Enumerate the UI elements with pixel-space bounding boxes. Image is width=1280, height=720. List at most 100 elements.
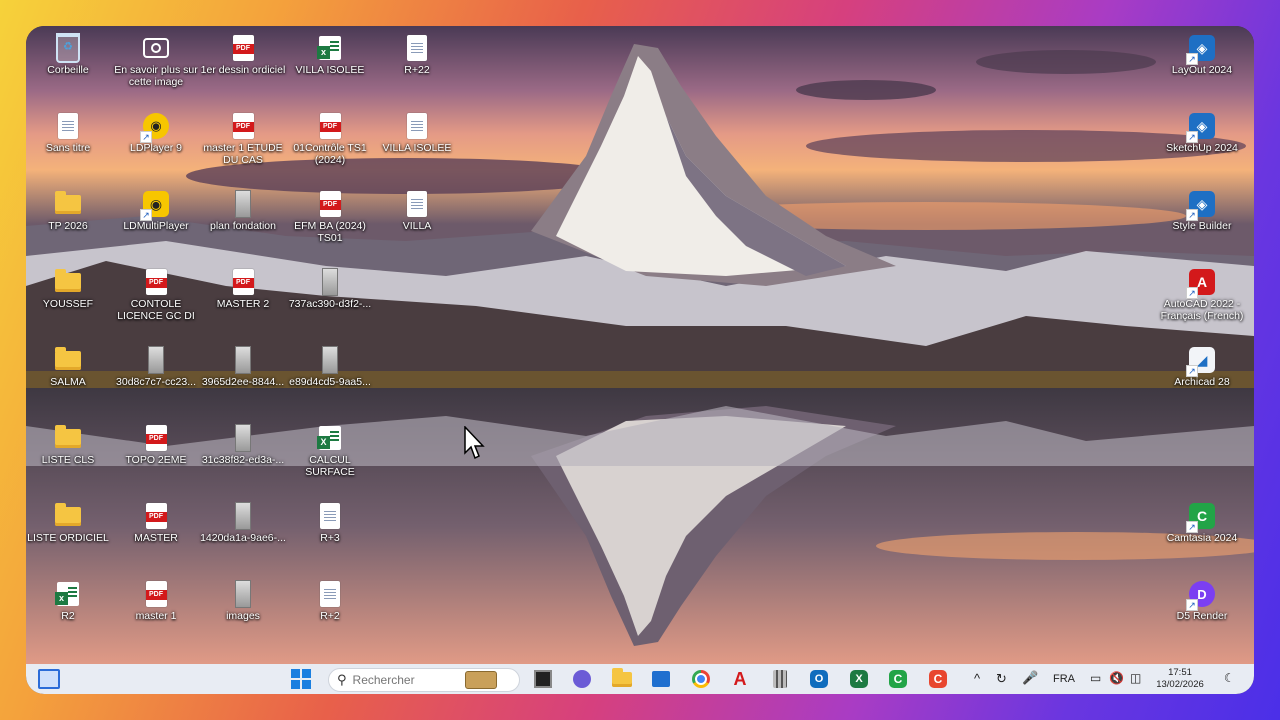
recycle-bin-icon: ♻ — [56, 33, 80, 63]
desktop-icon[interactable]: TP 2026 — [26, 190, 114, 232]
desktop-icon[interactable]: YOUSSEF — [26, 268, 114, 310]
desktop-icon[interactable]: Sans titre — [26, 112, 114, 154]
image-file-icon — [148, 346, 164, 374]
clock[interactable]: 17:51 13/02/2026 — [1154, 667, 1206, 691]
desktop-icon-label: VILLA ISOLEE — [295, 64, 365, 76]
desktop-icon-label: 1er dessin ordiciel — [200, 64, 286, 76]
desktop-icon[interactable]: LISTE CLS — [26, 424, 114, 466]
desktop-icon[interactable]: PDF MASTER 2 — [197, 268, 289, 310]
desktop-icon-graphic: PDF — [316, 112, 344, 140]
widgets-icon[interactable] — [38, 668, 60, 690]
chevron-up-icon[interactable]: ^ — [974, 671, 980, 686]
desktop-icon-label: MASTER 2 — [216, 298, 270, 310]
desktop-icon[interactable]: SALMA — [26, 346, 114, 388]
desktop-icon[interactable]: R+3 — [284, 502, 376, 544]
excel-icon[interactable]: X — [848, 668, 870, 690]
autocad-icon[interactable]: A — [729, 668, 751, 690]
desktop-icon[interactable]: ◉ LDMultiPlayer — [110, 190, 202, 232]
desktop-icon[interactable]: e89d4cd5-9aa5... — [284, 346, 376, 388]
desktop-icon[interactable]: D D5 Render — [1156, 580, 1248, 622]
pdf-icon: PDF — [145, 581, 167, 607]
desktop-icon[interactable]: A AutoCAD 2022 - Français (French) — [1156, 268, 1248, 322]
archicad-icon: ◢ — [1189, 347, 1215, 373]
desktop-icon[interactable]: images — [197, 580, 289, 622]
desktop-icon[interactable]: PDF master 1 — [110, 580, 202, 622]
teams-icon[interactable] — [571, 668, 593, 690]
desktop-icon-label: LDPlayer 9 — [130, 142, 182, 154]
desktop-icon[interactable]: 31c38f82-ed3a-... — [197, 424, 289, 466]
desktop-icon[interactable]: PDF CONTOLE LICENCE GC DI — [110, 268, 202, 322]
desktop-icon-graphic — [229, 346, 257, 374]
image-file-icon — [235, 190, 251, 218]
desktop-icon[interactable]: ♻ Corbeille — [26, 33, 114, 76]
desktop-icon-graphic: X — [316, 424, 344, 452]
desktop-icon[interactable]: R+22 — [371, 34, 463, 76]
desktop-icon-graphic — [54, 112, 82, 140]
search-input[interactable] — [350, 672, 465, 688]
desktop-icon[interactable]: PDF master 1 ETUDE DU CAS — [197, 112, 289, 166]
desktop-icon[interactable]: ◈ Style Builder — [1156, 190, 1248, 232]
folder-icon — [55, 268, 81, 292]
microphone-icon[interactable]: 🎤 — [1022, 670, 1038, 686]
desktop-icon[interactable]: PDF MASTER — [110, 502, 202, 544]
battery-icon[interactable]: ◫ — [1130, 671, 1141, 685]
desktop-icon[interactable]: PDF TOPO 2EME — [110, 424, 202, 466]
chrome-icon[interactable] — [690, 668, 712, 690]
document-icon — [320, 503, 340, 529]
desktop-icon[interactable]: 1420da1a-9ae6-... — [197, 502, 289, 544]
calculator-icon[interactable] — [769, 668, 791, 690]
desktop-icon-graphic: ◈ — [1186, 190, 1216, 221]
desktop-icon[interactable]: 737ac390-d3f2-... — [284, 268, 376, 310]
desktop-icon-graphic: ◈ — [1186, 112, 1216, 143]
desktop-icon[interactable]: R+2 — [284, 580, 376, 622]
image-file-icon — [235, 346, 251, 374]
desktop-icon[interactable]: ◈ SketchUp 2024 — [1156, 112, 1248, 154]
outlook-icon[interactable]: O — [808, 668, 830, 690]
desktop-icon-label: 01Contrôle TS1 (2024) — [293, 142, 367, 166]
desktop-icon[interactable]: VILLA — [371, 190, 463, 232]
desktop-icon[interactable]: PDF 1er dessin ordiciel — [197, 34, 289, 76]
notification-icon[interactable]: ☾ — [1224, 671, 1235, 685]
desktop-icon-graphic — [403, 190, 431, 218]
desktop-icon-graphic — [229, 424, 257, 452]
network-icon[interactable]: ▭ — [1090, 671, 1101, 685]
desktop-icon[interactable]: plan fondation — [197, 190, 289, 232]
desktop-icon[interactable]: VILLA ISOLEE — [371, 112, 463, 154]
sketchup-icon: ◈ — [1189, 113, 1215, 139]
desktop-icon-label: SketchUp 2024 — [1166, 142, 1238, 154]
desktop-icon[interactable]: En savoir plus sur cette image — [110, 34, 202, 88]
pdf-icon: PDF — [145, 503, 167, 529]
desktop-icon-graphic: ◈ — [1186, 34, 1216, 65]
file-explorer-icon[interactable] — [611, 667, 633, 690]
desktop-icon[interactable]: ◢ Archicad 28 — [1156, 346, 1248, 388]
desktop-icon[interactable]: X CALCUL SURFACE — [284, 424, 376, 478]
camtasia-rec-icon[interactable]: C — [927, 668, 949, 690]
desktop-icon[interactable]: PDF EFM BA (2024) TS01 — [284, 190, 376, 244]
document-icon — [407, 113, 427, 139]
desktop-icon[interactable]: ◉ LDPlayer 9 — [110, 112, 202, 154]
desktop-icon[interactable]: C Camtasia 2024 — [1156, 502, 1248, 544]
desktop-icon-graphic: PDF — [142, 580, 170, 608]
taskbar-search[interactable]: ⚲ — [328, 668, 520, 692]
desktop-icon[interactable]: x VILLA ISOLEE — [284, 34, 376, 76]
task-view-icon[interactable] — [532, 668, 554, 690]
store-icon[interactable] — [650, 668, 672, 690]
desktop-icon[interactable]: LISTE ORDICIEL — [26, 502, 114, 544]
sync-icon[interactable]: ↻ — [996, 671, 1007, 687]
desktop-icon[interactable]: ◈ LayOut 2024 — [1156, 34, 1248, 76]
desktop-icon[interactable]: 30d8c7c7-cc23... — [110, 346, 202, 388]
camtasia-icon[interactable]: C — [887, 668, 909, 690]
volume-muted-icon[interactable]: 🔇 — [1109, 671, 1124, 685]
desktop-icon-label: Sans titre — [45, 142, 91, 154]
desktop-icon-graphic — [316, 346, 344, 374]
desktop-icon-label: LDMultiPlayer — [123, 220, 189, 232]
folder-icon — [55, 190, 81, 214]
desktop-icon-graphic — [229, 502, 257, 530]
start-button[interactable] — [290, 668, 312, 690]
desktop-icon[interactable]: PDF 01Contrôle TS1 (2024) — [284, 112, 376, 166]
language-indicator[interactable]: FRA — [1053, 673, 1075, 685]
desktop-icon[interactable]: x R2 — [26, 580, 114, 622]
document-icon — [58, 113, 78, 139]
desktop-icon-label: plan fondation — [210, 220, 276, 232]
desktop-icon[interactable]: 3965d2ee-8844... — [197, 346, 289, 388]
